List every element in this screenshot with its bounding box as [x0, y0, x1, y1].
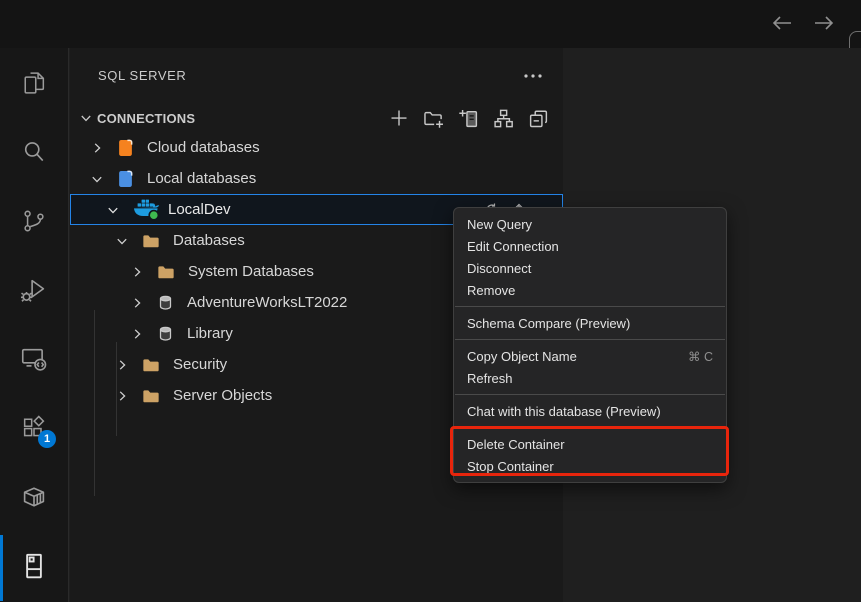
activity-item-sql-server[interactable]: [0, 531, 68, 600]
extensions-badge: 1: [38, 430, 56, 448]
connections-section-label: CONNECTIONS: [97, 111, 195, 126]
tree-item-cloud-databases[interactable]: Cloud databases: [70, 132, 563, 163]
new-connection-group-icon[interactable]: [423, 108, 444, 129]
menu-separator: [455, 306, 725, 307]
chevron-down-icon: [105, 202, 121, 218]
sidebar-header: SQL SERVER: [70, 48, 563, 104]
collapse-all-icon[interactable]: [528, 108, 549, 129]
local-database-group-icon: [117, 169, 134, 189]
sql-server-icon: [19, 551, 49, 581]
menu-item-edit-connection[interactable]: Edit Connection: [454, 235, 726, 257]
activity-item-source-control[interactable]: [0, 186, 68, 255]
activity-bar: 1: [0, 48, 69, 602]
forward-arrow-icon[interactable]: [812, 10, 836, 36]
remote-explorer-icon: [19, 344, 49, 374]
menu-item-label: Edit Connection: [467, 239, 559, 254]
connections-section-header[interactable]: CONNECTIONS: [70, 104, 563, 132]
activity-item-search[interactable]: [0, 117, 68, 186]
menu-separator: [455, 339, 725, 340]
connections-toolbar: [388, 104, 549, 132]
chevron-down-icon: [89, 171, 105, 187]
activity-item-run-debug[interactable]: [0, 255, 68, 324]
cloud-database-group-icon: [117, 138, 134, 158]
container-icon: [19, 482, 49, 512]
menu-item-label: New Query: [467, 217, 532, 232]
menu-item-refresh[interactable]: Refresh: [454, 367, 726, 389]
tree-item-local-databases[interactable]: Local databases: [70, 163, 563, 194]
activity-item-containers[interactable]: [0, 462, 68, 531]
folder-icon: [157, 264, 175, 280]
chevron-right-icon: [114, 388, 130, 404]
chevron-right-icon: [129, 295, 145, 311]
active-view-indicator: [0, 535, 3, 601]
folder-icon: [142, 233, 160, 249]
menu-item-label: Delete Container: [467, 437, 565, 452]
title-bar: [0, 0, 861, 48]
chevron-right-icon: [129, 264, 145, 280]
menu-shortcut: ⌘ C: [688, 349, 713, 364]
menu-item-new-query[interactable]: New Query: [454, 213, 726, 235]
folder-icon: [142, 388, 160, 404]
tree-item-label: LocalDev: [168, 201, 231, 218]
menu-item-disconnect[interactable]: Disconnect: [454, 257, 726, 279]
database-icon: [157, 294, 174, 311]
activity-item-extensions[interactable]: 1: [0, 393, 68, 462]
search-icon: [20, 138, 48, 166]
menu-item-delete-container[interactable]: Delete Container: [454, 433, 726, 455]
tree-item-label: Local databases: [147, 170, 256, 187]
chevron-down-icon: [78, 110, 94, 126]
docker-whale-icon: [133, 199, 160, 221]
tree-item-label: Server Objects: [173, 387, 272, 404]
new-deployment-icon[interactable]: [458, 108, 479, 129]
tree-item-label: Library: [187, 325, 233, 342]
tree-item-label: System Databases: [188, 263, 314, 280]
menu-item-stop-container[interactable]: Stop Container: [454, 455, 726, 477]
add-connection-icon[interactable]: [388, 108, 409, 129]
menu-item-label: Copy Object Name: [467, 349, 577, 364]
activity-item-remote-explorer[interactable]: [0, 324, 68, 393]
menu-item-schema-compare[interactable]: Schema Compare (Preview): [454, 312, 726, 334]
folder-icon: [142, 357, 160, 373]
tree-item-label: Cloud databases: [147, 139, 260, 156]
menu-item-copy-object-name[interactable]: Copy Object Name ⌘ C: [454, 345, 726, 367]
menu-item-label: Remove: [467, 283, 515, 298]
menu-item-label: Stop Container: [467, 459, 554, 474]
chevron-right-icon: [114, 357, 130, 373]
menu-separator: [455, 427, 725, 428]
chevron-right-icon: [129, 326, 145, 342]
files-icon: [20, 69, 48, 97]
activity-item-explorer[interactable]: [0, 48, 68, 117]
tree-item-label: AdventureWorksLT2022: [187, 294, 347, 311]
menu-item-remove[interactable]: Remove: [454, 279, 726, 301]
source-control-icon: [20, 207, 48, 235]
menu-item-label: Chat with this database (Preview): [467, 404, 661, 419]
database-icon: [157, 325, 174, 342]
sidebar-title: SQL SERVER: [98, 68, 186, 83]
context-menu: New Query Edit Connection Disconnect Rem…: [453, 207, 727, 483]
debug-icon: [19, 275, 49, 305]
nav-arrows: [770, 10, 836, 36]
chevron-right-icon: [89, 140, 105, 156]
menu-item-label: Refresh: [467, 371, 513, 386]
back-arrow-icon[interactable]: [770, 10, 794, 36]
connect-hierarchy-icon[interactable]: [493, 108, 514, 129]
more-actions-icon[interactable]: [521, 68, 545, 84]
menu-separator: [455, 394, 725, 395]
tree-item-label: Databases: [173, 232, 245, 249]
tree-item-label: Security: [173, 356, 227, 373]
menu-item-label: Schema Compare (Preview): [467, 316, 630, 331]
menu-item-label: Disconnect: [467, 261, 531, 276]
menu-item-chat-with-database[interactable]: Chat with this database (Preview): [454, 400, 726, 422]
chevron-down-icon: [114, 233, 130, 249]
